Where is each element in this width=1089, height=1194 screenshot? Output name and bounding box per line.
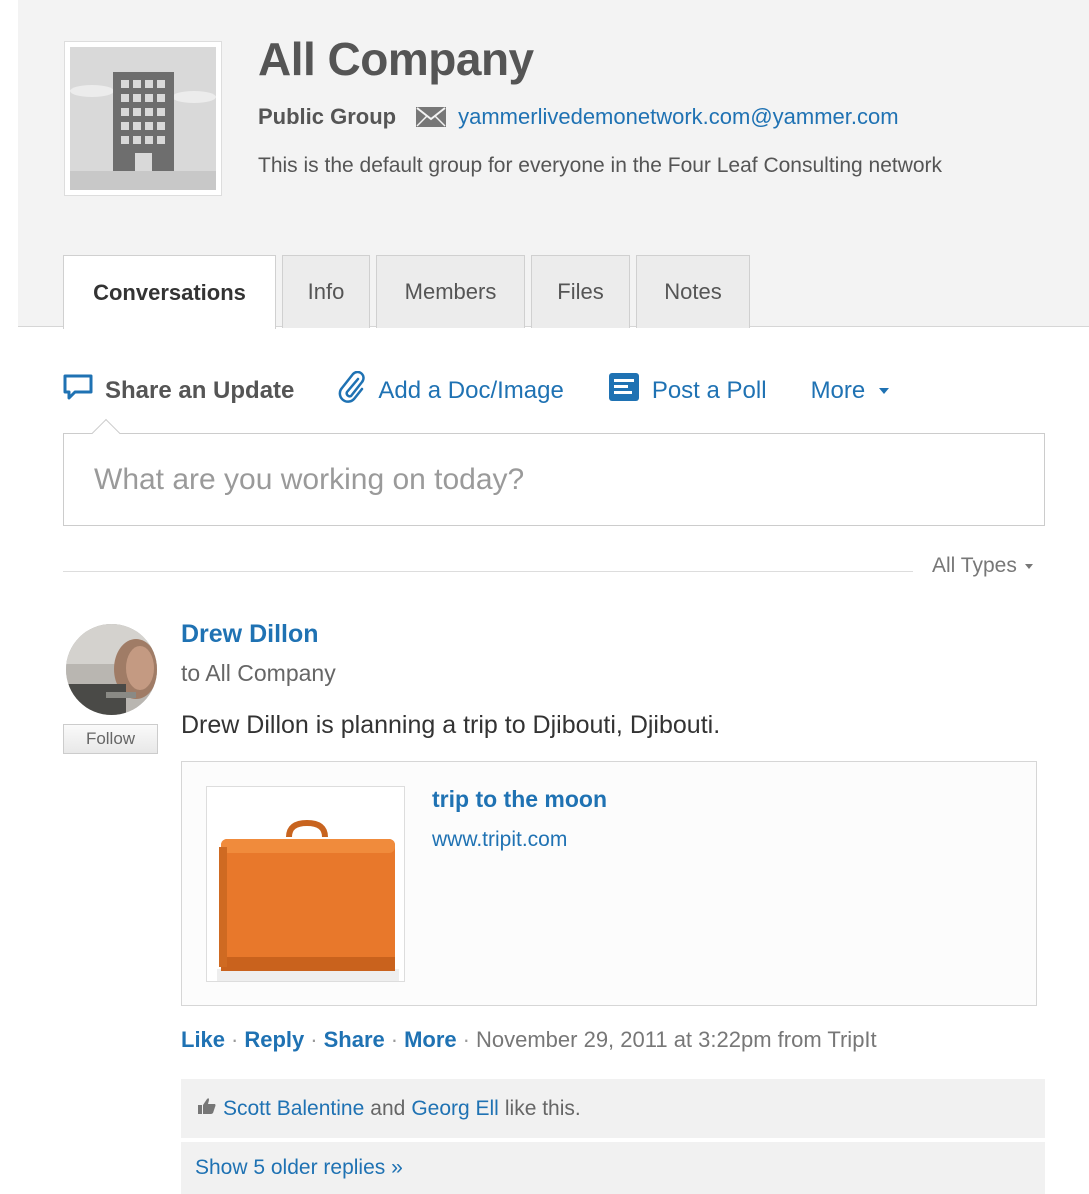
tab-conversations[interactable]: Conversations — [63, 255, 276, 329]
caret-down-icon — [879, 387, 890, 394]
thumbs-up-icon — [197, 1097, 217, 1121]
attachment-url-link[interactable]: www.tripit.com — [432, 828, 567, 852]
caret-down-icon — [1024, 563, 1033, 569]
group-tabs: Conversations Info Members Files Notes — [63, 255, 756, 329]
more-link[interactable]: More — [404, 1027, 457, 1053]
tab-members[interactable]: Members — [376, 255, 525, 328]
tab-files[interactable]: Files — [531, 255, 630, 328]
group-email-link[interactable]: yammerlivedemonetwork.com@yammer.com — [458, 104, 898, 130]
poll-icon — [608, 372, 640, 409]
likes-bar: Scott Balentine and Georg Ell like this. — [181, 1079, 1045, 1139]
envelope-icon — [416, 107, 447, 127]
share-link[interactable]: Share — [324, 1027, 385, 1053]
separator: · — [231, 1027, 239, 1052]
show-older-replies-link[interactable]: Show 5 older replies » — [181, 1142, 1045, 1194]
post-body: Drew Dillon is planning a trip to Djibou… — [181, 711, 721, 739]
page-title: All Company — [258, 33, 534, 85]
update-input[interactable] — [64, 434, 1044, 525]
speech-bubble-icon — [63, 374, 93, 407]
group-meta: Public Group yammerlivedemonetwork.com@y… — [258, 104, 899, 130]
likes-suffix: like this. — [504, 1096, 581, 1120]
share-update-tab[interactable]: Share an Update — [63, 374, 294, 407]
follow-button[interactable]: Follow — [63, 724, 158, 754]
more-dropdown[interactable]: More — [811, 377, 890, 405]
publisher-bar: Share an Update Add a Doc/Image Post a P… — [63, 370, 933, 410]
liker-link[interactable]: Georg Ell — [411, 1097, 499, 1121]
filter-divider — [63, 571, 913, 572]
add-doc-label: Add a Doc/Image — [378, 376, 564, 404]
group-type-label: Public Group — [258, 104, 397, 129]
post-author-link[interactable]: Drew Dillon — [181, 620, 319, 649]
building-icon — [70, 47, 216, 190]
briefcase-thumbnail[interactable] — [206, 786, 405, 982]
group-avatar — [64, 41, 222, 196]
post-actions: Like · Reply · Share · More · November 2… — [181, 1027, 877, 1053]
likes-and-text: and — [370, 1096, 406, 1120]
post-recipient: to All Company — [181, 660, 336, 686]
reply-link[interactable]: Reply — [244, 1027, 304, 1053]
separator: · — [462, 1027, 470, 1052]
paperclip-icon — [338, 370, 366, 410]
type-filter-label: All Types — [932, 554, 1017, 577]
add-doc-tab[interactable]: Add a Doc/Image — [338, 370, 564, 410]
post-poll-tab[interactable]: Post a Poll — [608, 372, 767, 409]
separator: · — [390, 1027, 399, 1052]
share-update-label: Share an Update — [105, 376, 295, 404]
tab-notes[interactable]: Notes — [636, 255, 750, 328]
attachment-title-link[interactable]: trip to the moon — [432, 786, 607, 813]
group-description: This is the default group for everyone i… — [258, 154, 943, 177]
post-poll-label: Post a Poll — [651, 376, 767, 404]
tab-info[interactable]: Info — [282, 255, 370, 328]
compose-box — [63, 433, 1045, 526]
more-label: More — [810, 376, 866, 404]
post-timestamp: November 29, 2011 at 3:22pm from TripIt — [475, 1027, 877, 1052]
like-link[interactable]: Like — [181, 1027, 225, 1053]
liker-link[interactable]: Scott Balentine — [223, 1097, 364, 1121]
type-filter-dropdown[interactable]: All Types — [932, 554, 1033, 578]
separator: · — [310, 1027, 318, 1052]
link-attachment: trip to the moon www.tripit.com — [181, 761, 1037, 1006]
avatar[interactable] — [66, 624, 157, 715]
